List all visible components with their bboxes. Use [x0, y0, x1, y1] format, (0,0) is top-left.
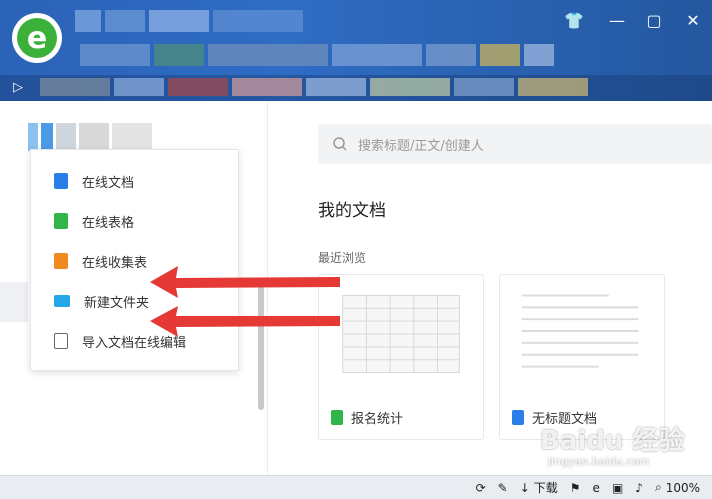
- volume-icon[interactable]: ♪: [635, 481, 643, 495]
- zoom-level: 100%: [665, 480, 700, 495]
- baidu-watermark-logo: Baidu 经验: [540, 426, 685, 456]
- annotation-arrow-doc: [150, 266, 340, 298]
- zoom-icon: ⌕: [654, 480, 662, 494]
- zoom-control[interactable]: ⌕ 100%: [655, 480, 700, 495]
- download-button[interactable]: ↓ 下载: [520, 479, 558, 496]
- screenshot-icon[interactable]: ▣: [612, 481, 623, 495]
- annotation-arrow-sheet: [150, 306, 340, 337]
- refresh-icon[interactable]: ⟳: [476, 481, 486, 495]
- download-icon: ↓: [519, 480, 530, 495]
- download-label: 下载: [533, 481, 558, 495]
- pin-icon[interactable]: ✎: [498, 481, 508, 495]
- browser-icon[interactable]: e: [593, 481, 600, 495]
- browser-statusbar: ⟳ ✎ ↓ 下载 ⚑ e ▣ ♪ ⌕ 100%: [0, 475, 712, 499]
- baidu-watermark-url: jingyan.baidu.com: [548, 455, 650, 468]
- flag-icon[interactable]: ⚑: [570, 481, 581, 495]
